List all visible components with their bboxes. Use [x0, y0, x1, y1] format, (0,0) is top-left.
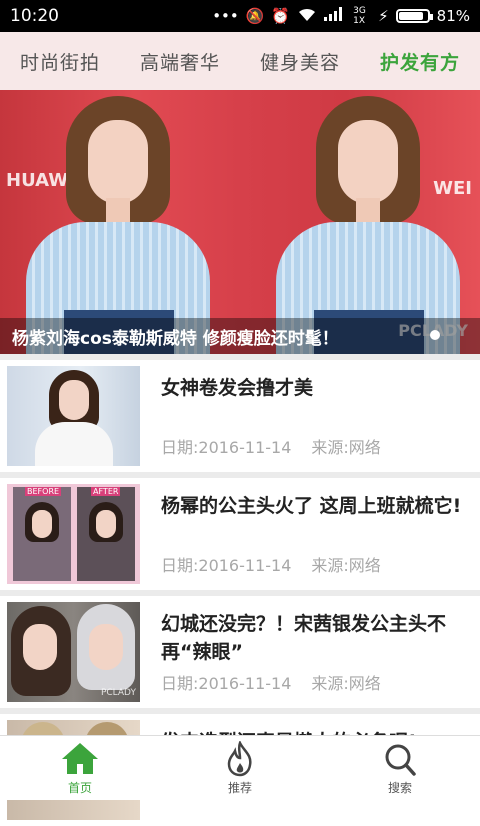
banner-caption-bar: 杨紫刘海cos泰勒斯威特 修颜瘦脸还时髦！ [0, 318, 480, 354]
article-date: 日期:2016-11-14 [161, 438, 292, 457]
battery-percent: 81% [436, 7, 470, 25]
banner-photo-right [262, 90, 472, 354]
nav-home-label: 首页 [67, 781, 92, 795]
article-date: 日期:2016-11-14 [161, 674, 292, 693]
nav-recommend[interactable]: 推荐 [180, 736, 300, 800]
article-thumbnail: BEFORE AFTER [7, 484, 140, 584]
article-title: 杨幂的公主头火了 这周上班就梳它! [161, 495, 462, 517]
article-item[interactable]: 女神卷发会撸才美 日期:2016-11-14 来源:网络 [0, 360, 480, 472]
article-item[interactable]: BEFORE AFTER 杨幂的公主头火了 这周上班就梳它! 日期:2016-1… [0, 478, 480, 590]
charging-icon: ⚡ [378, 6, 389, 25]
status-time: 10:20 [10, 6, 59, 26]
home-icon [62, 743, 98, 774]
nav-home[interactable]: 首页 [20, 736, 140, 800]
article-meta: 日期:2016-11-14 来源:网络 [161, 434, 381, 458]
article-title: 女神卷发会撸才美 [161, 377, 314, 399]
nav-search-label: 搜索 [387, 781, 412, 795]
status-icons: ••• 🔕 ⏰ 3G 1X ⚡ 81% [212, 6, 470, 26]
thumb-before-tag: BEFORE [25, 487, 62, 496]
flame-icon [227, 741, 252, 777]
wifi-icon [297, 7, 317, 26]
status-bar: 10:20 ••• 🔕 ⏰ 3G 1X ⚡ 81% [0, 0, 480, 32]
featured-banner[interactable]: HUAWEI WEI PCLADY 杨紫刘海cos泰勒斯威特 修颜瘦脸还时髦！ [0, 90, 480, 354]
nav-search[interactable]: 搜索 [340, 736, 460, 800]
article-date: 日期:2016-11-14 [161, 556, 292, 575]
banner-caption: 杨紫刘海cos泰勒斯威特 修颜瘦脸还时髦！ [12, 328, 339, 349]
more-dots-icon: ••• [212, 6, 239, 25]
tab-hair-care[interactable]: 护发有方 [380, 48, 460, 75]
thumb-watermark: PCLADY [100, 688, 136, 698]
bottom-navigation: 首页 推荐 搜索 [0, 735, 480, 800]
article-source: 来源:网络 [311, 674, 381, 693]
search-icon [385, 744, 416, 776]
tab-luxury[interactable]: 高端奢华 [140, 48, 220, 75]
alarm-icon: ⏰ [271, 6, 291, 25]
banner-photo-left [12, 90, 222, 354]
mute-icon: 🔕 [245, 6, 265, 25]
battery-icon [395, 9, 433, 23]
article-item[interactable]: PCLADY 幻城还没完？！宋茜银发公主头不再“辣眼” 日期:2016-11-1… [0, 596, 480, 708]
article-source: 来源:网络 [311, 438, 381, 457]
article-thumbnail: PCLADY [7, 602, 140, 702]
thumb-after-tag: AFTER [91, 487, 121, 496]
signal-icon [324, 7, 346, 25]
carousel-indicator-dot [430, 330, 440, 340]
article-meta: 日期:2016-11-14 来源:网络 [161, 670, 381, 694]
category-tabs: 时尚街拍 高端奢华 健身美容 护发有方 [0, 32, 480, 90]
tab-fitness-beauty[interactable]: 健身美容 [260, 48, 340, 75]
tab-fashion-street[interactable]: 时尚街拍 [20, 48, 100, 75]
article-thumbnail [7, 366, 140, 466]
article-title: 幻城还没完？！宋茜银发公主头不再“辣眼” [161, 613, 447, 663]
article-meta: 日期:2016-11-14 来源:网络 [161, 552, 381, 576]
network-type: 3G 1X [353, 6, 366, 26]
nav-recommend-label: 推荐 [227, 781, 252, 795]
article-source: 来源:网络 [311, 556, 381, 575]
